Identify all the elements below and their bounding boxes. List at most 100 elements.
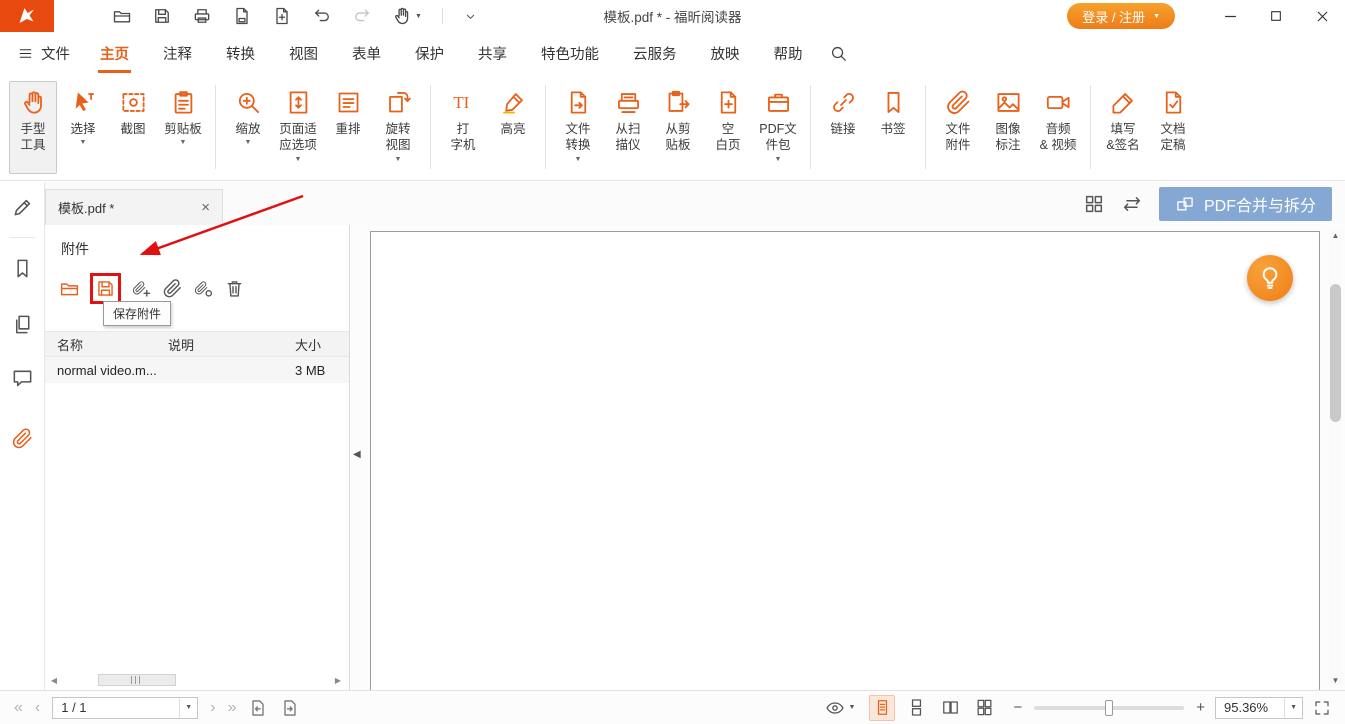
redo-icon[interactable]: ▼	[352, 6, 372, 26]
menu-tab[interactable]: 保护	[415, 32, 444, 75]
zoom-slider-thumb[interactable]	[1105, 700, 1113, 716]
minimize-button[interactable]	[1207, 0, 1253, 32]
scrollbar-track[interactable]	[60, 674, 332, 686]
fill-sign-tool[interactable]: 填写 &签名 ▼	[1099, 81, 1147, 174]
vertical-scrollbar[interactable]: ▲ ▼	[1329, 229, 1342, 687]
last-page-button[interactable]: »	[228, 700, 237, 716]
finalize-document-tool[interactable]: 文档 定稿 ▼	[1149, 81, 1197, 174]
attachment-row[interactable]: normal video.m... 3 MB	[45, 357, 349, 383]
annotate-nav-icon[interactable]	[11, 196, 34, 219]
menu-tab[interactable]: 云服务	[633, 32, 677, 75]
typewriter-tool[interactable]: 打 字机 ▼	[439, 81, 487, 174]
scrollbar-thumb[interactable]	[98, 674, 176, 686]
panel-horizontal-scrollbar[interactable]: ◀ ▶	[48, 673, 344, 687]
rotate-view-tool[interactable]: 旋转 视图 ▼	[374, 81, 422, 174]
hand-tool[interactable]: 手型 工具 ▼	[9, 81, 57, 174]
chevron-down-icon[interactable]: ▼	[415, 13, 422, 20]
highlight-tool[interactable]: 高亮 ▼	[489, 81, 537, 174]
link-tool[interactable]: 链接 ▼	[819, 81, 867, 174]
menu-tab[interactable]: 注释	[163, 32, 192, 75]
file-convert-tool[interactable]: 文件 转换 ▼	[554, 81, 602, 174]
page-fit-options-tool[interactable]: 页面适 应选项 ▼	[274, 81, 322, 174]
next-view-icon[interactable]	[280, 698, 300, 718]
quick-print-icon[interactable]: ▼	[232, 6, 252, 26]
save-icon[interactable]: ▼	[152, 6, 172, 26]
scroll-down-icon[interactable]: ▼	[1329, 676, 1342, 685]
comments-nav-icon[interactable]	[11, 367, 34, 390]
chevron-down-icon[interactable]: ▼	[80, 139, 87, 146]
open-attachment-icon[interactable]	[59, 278, 80, 299]
create-pdf-icon[interactable]: ▼	[272, 6, 292, 26]
menu-tab[interactable]: 特色功能	[541, 32, 599, 75]
menu-tab[interactable]: 共享	[478, 32, 507, 75]
close-tab-icon[interactable]: ×	[201, 199, 210, 216]
save-attachment-icon[interactable]	[90, 273, 121, 304]
clipboard-tool[interactable]: 剪贴板 ▼	[159, 81, 207, 174]
bookmarks-nav-icon[interactable]	[11, 257, 34, 280]
zoom-slider[interactable]	[1034, 706, 1184, 710]
column-header-description[interactable]: 说明	[168, 335, 295, 354]
undo-icon[interactable]: ▼	[312, 6, 332, 26]
menu-tab[interactable]: 帮助	[774, 32, 803, 75]
column-header-name[interactable]: 名称	[45, 335, 168, 354]
fullscreen-icon[interactable]	[1313, 699, 1331, 717]
audio-video-tool[interactable]: 音频 & 视频 ▼	[1034, 81, 1082, 174]
menu-tab[interactable]: 放映	[711, 32, 740, 75]
previous-view-icon[interactable]	[248, 698, 268, 718]
app-logo[interactable]	[0, 0, 54, 32]
vertical-scrollbar-thumb[interactable]	[1330, 284, 1341, 422]
page-number-combo[interactable]: 1 / 1 ▼	[52, 697, 198, 719]
menu-tab[interactable]: 视图	[289, 32, 318, 75]
close-button[interactable]	[1299, 0, 1345, 32]
zoom-out-button[interactable]: −	[1013, 699, 1022, 716]
maximize-button[interactable]	[1253, 0, 1299, 32]
attach-file-icon[interactable]	[162, 278, 183, 299]
single-page-view-icon[interactable]	[869, 695, 895, 721]
chevron-down-icon[interactable]: ▼	[180, 139, 187, 146]
scroll-left-icon[interactable]: ◀	[48, 676, 60, 685]
continuous-view-icon[interactable]	[903, 695, 929, 721]
add-attachment-icon[interactable]	[131, 278, 152, 299]
select-tool[interactable]: 选择 ▼	[59, 81, 107, 174]
customize-quick-access-icon[interactable]	[463, 9, 478, 24]
chevron-down-icon[interactable]: ▼	[179, 698, 197, 718]
facing-view-icon[interactable]	[937, 695, 963, 721]
attachment-settings-icon[interactable]	[193, 278, 214, 299]
column-header-size[interactable]: 大小	[295, 335, 349, 354]
chevron-down-icon[interactable]: ▼	[295, 156, 302, 163]
menu-tab[interactable]: 表单	[352, 32, 381, 75]
from-clipboard-tool[interactable]: 从剪 贴板 ▼	[654, 81, 702, 174]
chevron-down-icon[interactable]: ▼	[1284, 698, 1302, 718]
reflow-tool[interactable]: 重排 ▼	[324, 81, 372, 174]
scroll-up-icon[interactable]: ▲	[1329, 231, 1342, 240]
print-icon[interactable]: ▼	[192, 6, 212, 26]
view-mode-eye-button[interactable]: ▼	[825, 698, 856, 718]
file-menu[interactable]: 文件	[18, 43, 70, 64]
prev-page-button[interactable]: ‹	[35, 700, 40, 716]
pages-nav-icon[interactable]	[11, 313, 34, 336]
zoom-level-combo[interactable]: 95.36% ▼	[1215, 697, 1303, 719]
pdf-page[interactable]	[370, 231, 1320, 691]
collapse-panel-handle[interactable]: ◀	[353, 449, 361, 460]
pdf-portfolio-tool[interactable]: PDF文 件包 ▼	[754, 81, 802, 174]
pdf-merge-split-button[interactable]: PDF合并与拆分	[1159, 187, 1332, 221]
login-register-button[interactable]: 登录 / 注册 ▼	[1067, 3, 1175, 29]
first-page-button[interactable]: «	[14, 700, 23, 716]
scroll-right-icon[interactable]: ▶	[332, 676, 344, 685]
assistant-lightbulb-button[interactable]	[1247, 255, 1293, 301]
image-annotation-tool[interactable]: 图像 标注 ▼	[984, 81, 1032, 174]
next-page-button[interactable]: ›	[210, 700, 215, 716]
tab-switch-icon[interactable]	[1121, 193, 1143, 215]
hand-tool-quick-icon[interactable]: ▼	[392, 6, 422, 26]
continuous-facing-view-icon[interactable]	[971, 695, 997, 721]
chevron-down-icon[interactable]: ▼	[245, 139, 252, 146]
file-attachment-tool[interactable]: 文件 附件 ▼	[934, 81, 982, 174]
bookmark-tool[interactable]: 书签 ▼	[869, 81, 917, 174]
attachments-nav-icon[interactable]	[11, 427, 34, 450]
zoom-in-button[interactable]: +	[1196, 699, 1205, 716]
search-icon[interactable]	[829, 44, 848, 63]
open-file-icon[interactable]: ▼	[112, 6, 132, 26]
blank-page-tool[interactable]: 空 白页 ▼	[704, 81, 752, 174]
delete-attachment-icon[interactable]	[224, 278, 245, 299]
zoom-tool[interactable]: 缩放 ▼	[224, 81, 272, 174]
